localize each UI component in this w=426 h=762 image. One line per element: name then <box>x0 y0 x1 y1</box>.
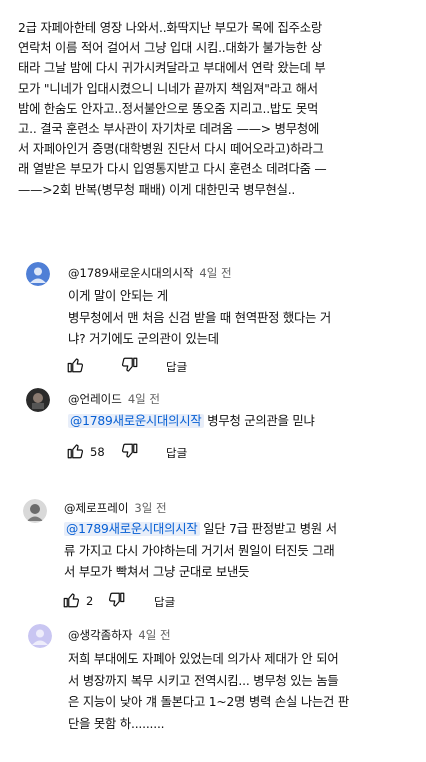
post-line: 서 자페아인거 증명(대학병원 진단서 다시 떼어오라고)하라그 <box>18 142 324 157</box>
dislike-icon[interactable] <box>121 442 139 460</box>
mention-link[interactable]: @1789새로운시대의시작 <box>64 522 200 536</box>
avatar[interactable] <box>28 624 52 648</box>
like-icon[interactable] <box>66 356 84 374</box>
comment-line: 병무청에서 맨 처음 신검 받을 때 현역판정 했다는 거 <box>68 310 332 325</box>
comment-time[interactable]: 3일 전 <box>134 501 166 515</box>
comment-author[interactable]: @언레이드 <box>68 392 122 406</box>
post-line: 고.. 결국 훈련소 부사관이 자기차로 데려옴 ——> 병무청에 <box>18 122 320 137</box>
post-line: 밤에 한숨도 안자고..정서불안으로 똥오줌 지리고..밥도 못먹 <box>18 101 319 116</box>
post-text: 2급 자페아한테 영장 나와서..화딱지난 부모가 목에 집주소랑 연락처 이름… <box>18 18 414 200</box>
profile-photo-icon <box>23 499 47 523</box>
comment-text: @1789새로운시대의시작 병무청 군의관을 믿냐 <box>68 411 315 433</box>
avatar[interactable] <box>26 262 50 286</box>
post-line: 태라 그날 밤에 다시 귀가시켜달라고 부대에서 연락 왔는데 부 <box>18 61 326 76</box>
reply-button[interactable]: 답글 <box>154 594 175 610</box>
comment-line-text: 일단 7급 판정받고 병원 서 <box>203 522 337 536</box>
comment-page: 2급 자페아한테 영장 나와서..화딱지난 부모가 목에 집주소랑 연락처 이름… <box>0 0 426 762</box>
comment-time[interactable]: 4일 전 <box>199 266 231 280</box>
like-count: 58 <box>90 445 105 459</box>
comment-header: @1789새로운시대의시작 4일 전 <box>68 265 232 281</box>
comment-actions: 답글 <box>66 356 266 378</box>
comment-author[interactable]: @제로프레이 <box>64 501 128 515</box>
comment-text: 저희 부대에도 자폐아 있었는데 의가사 제대가 안 되어 서 병장까지 복무 … <box>68 649 349 735</box>
comment-actions: 58 답글 <box>66 442 266 464</box>
comment-time[interactable]: 4일 전 <box>128 392 160 406</box>
comment-header: @제로프레이 3일 전 <box>64 500 167 516</box>
comment-author[interactable]: @1789새로운시대의시작 <box>68 266 193 280</box>
dislike-icon[interactable] <box>121 356 139 374</box>
like-icon[interactable] <box>62 591 80 609</box>
comment-text: 이게 말이 안되는 게 병무청에서 맨 처음 신검 받을 때 현역판정 했다는 … <box>68 286 331 351</box>
mention-link[interactable]: @1789새로운시대의시작 <box>68 414 204 428</box>
post-line: 래 열받은 부모가 다시 입영통지받고 다시 훈련소 데려다줌 — <box>18 162 327 177</box>
comment-line: 저희 부대에도 자폐아 있었는데 의가사 제대가 안 되어 <box>68 652 339 666</box>
comment-line: 서 부모가 빡쳐서 그냥 군대로 보낸듯 <box>64 565 250 579</box>
comment-line: 이게 말이 안되는 게 <box>68 289 169 303</box>
comment-actions: 2 답글 <box>62 591 262 613</box>
comment-line: @1789새로운시대의시작 병무청 군의관을 믿냐 <box>68 411 315 433</box>
reply-button[interactable]: 답글 <box>166 445 187 461</box>
like-icon[interactable] <box>66 442 84 460</box>
avatar[interactable] <box>26 388 50 412</box>
post-line: ——>2회 반복(병무청 패배) 이게 대한민국 병무현실.. <box>18 182 296 197</box>
comment-line-text: 병무청 군의관을 믿냐 <box>207 414 315 428</box>
comment-time[interactable]: 4일 전 <box>138 628 170 642</box>
comment-line: @1789새로운시대의시작 일단 7급 판정받고 병원 서 <box>64 519 337 541</box>
avatar[interactable] <box>23 499 47 523</box>
comment-line: 류 가지고 다시 가야하는데 거기서 뭔일이 터진듯 그래 <box>64 543 335 558</box>
post-line: 모가 "니네가 입대시켰으니 니네가 끝까지 책임져"라고 해서 <box>18 81 318 96</box>
post-line: 연락처 이름 적어 걸어서 그냥 입대 시킴..대화가 불가능한 상 <box>18 41 322 56</box>
comment-line: 냐? 거기에도 군의관이 있는데 <box>68 332 219 346</box>
comment-header: @생각좀하자 4일 전 <box>68 627 171 643</box>
reply-button[interactable]: 답글 <box>166 359 187 375</box>
profile-photo-icon <box>26 388 50 412</box>
comment-line: 서 병장까지 복무 시키고 전역시킴... 병무청 있는 놈들 <box>68 673 339 688</box>
default-avatar-icon <box>28 624 52 648</box>
comment-line: 은 지능이 낮아 걔 돌본다고 1~2명 병력 손실 나는건 판 <box>68 695 349 709</box>
comment-text: @1789새로운시대의시작 일단 7급 판정받고 병원 서 류 가지고 다시 가… <box>64 519 337 584</box>
like-count: 2 <box>86 594 94 608</box>
dislike-icon[interactable] <box>108 591 126 609</box>
default-avatar-icon <box>26 262 50 286</box>
post-line: 2급 자페아한테 영장 나와서..화딱지난 부모가 목에 집주소랑 <box>18 21 323 35</box>
comment-author[interactable]: @생각좀하자 <box>68 628 132 642</box>
comment-line: 단을 못함 하......... <box>68 716 165 731</box>
comment-header: @언레이드 4일 전 <box>68 391 160 407</box>
